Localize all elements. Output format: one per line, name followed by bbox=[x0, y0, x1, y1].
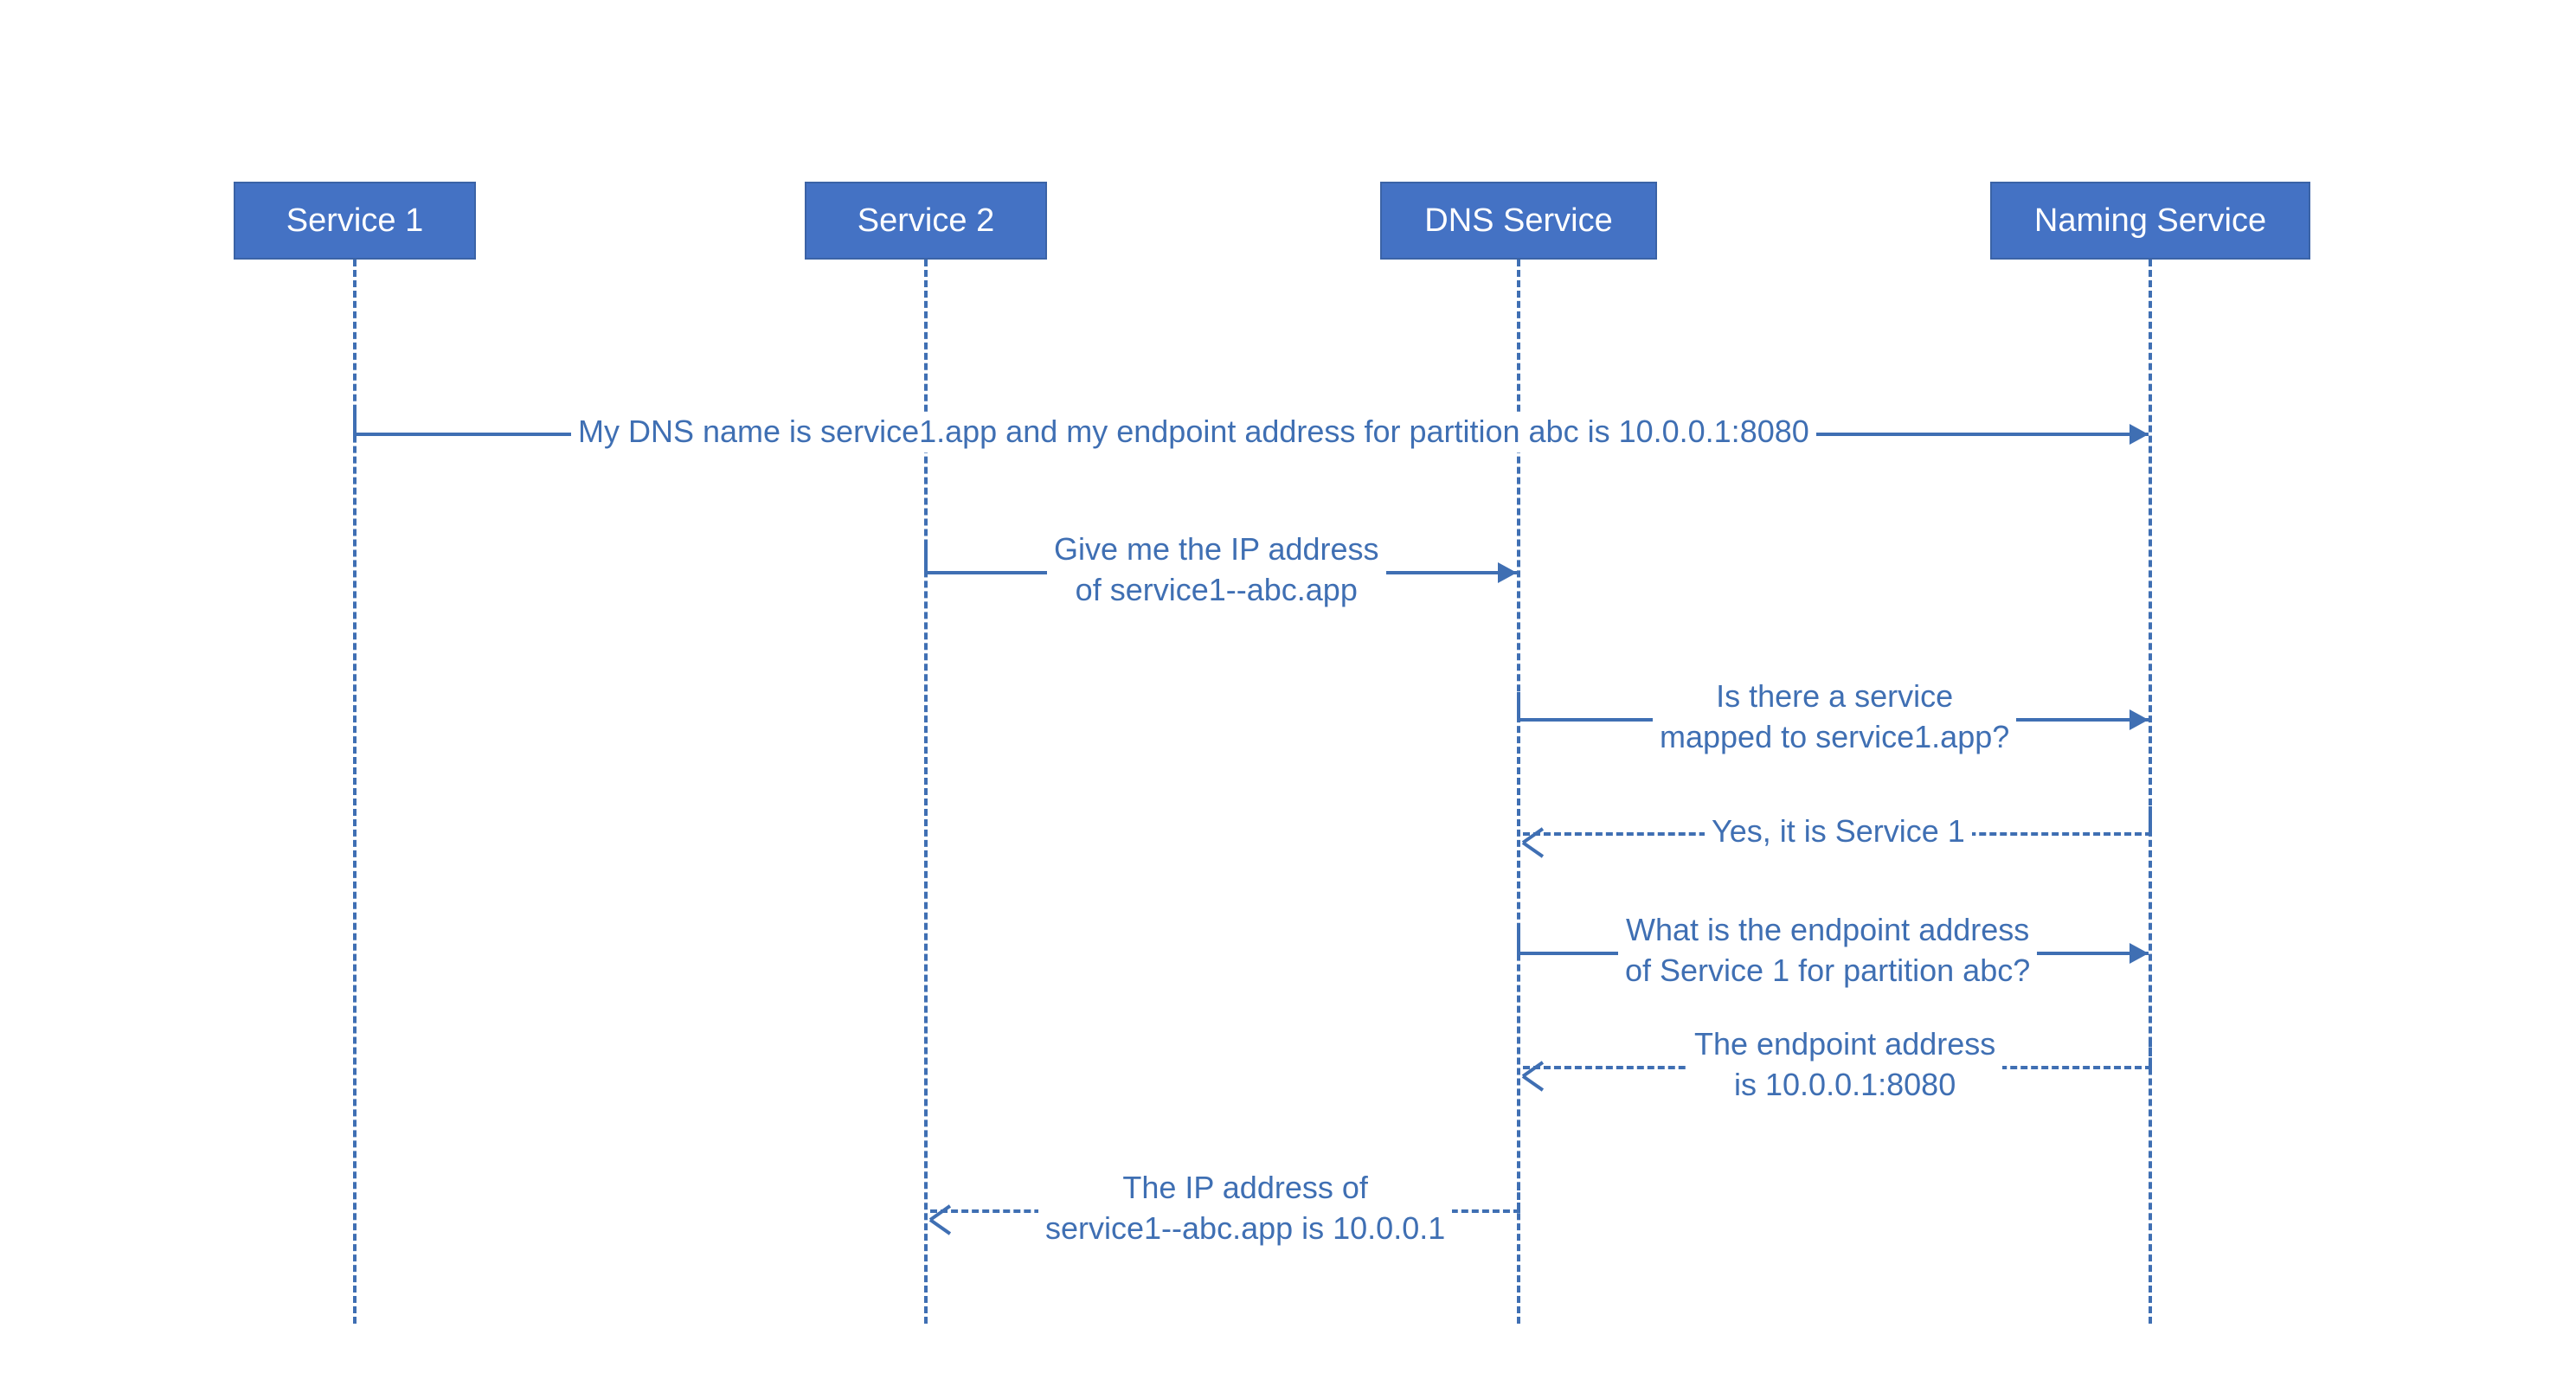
participant-service-2: Service 2 bbox=[805, 182, 1047, 260]
participant-naming-service: Naming Service bbox=[1990, 182, 2310, 260]
msg-query-dns-label: Give me the IP address of service1--abc.… bbox=[1047, 529, 1386, 611]
msg-lookup-mapping-label: Is there a service mapped to service1.ap… bbox=[1653, 677, 2016, 758]
msg-endpoint-reply-label: The endpoint address is 10.0.0.1:8080 bbox=[1687, 1024, 2002, 1106]
msg-register-dns-label: My DNS name is service1.app and my endpo… bbox=[571, 412, 1816, 452]
participant-service-1: Service 1 bbox=[234, 182, 476, 260]
msg-lookup-endpoint-label: What is the endpoint address of Service … bbox=[1618, 910, 2037, 991]
participant-dns-service: DNS Service bbox=[1380, 182, 1657, 260]
lifeline-naming-service bbox=[2149, 260, 2152, 1324]
msg-ip-reply-label: The IP address of service1--abc.app is 1… bbox=[1038, 1168, 1452, 1249]
sequence-diagram: Service 1 Service 2 DNS Service Naming S… bbox=[0, 0, 2576, 1392]
msg-mapping-reply-label: Yes, it is Service 1 bbox=[1705, 811, 1972, 852]
